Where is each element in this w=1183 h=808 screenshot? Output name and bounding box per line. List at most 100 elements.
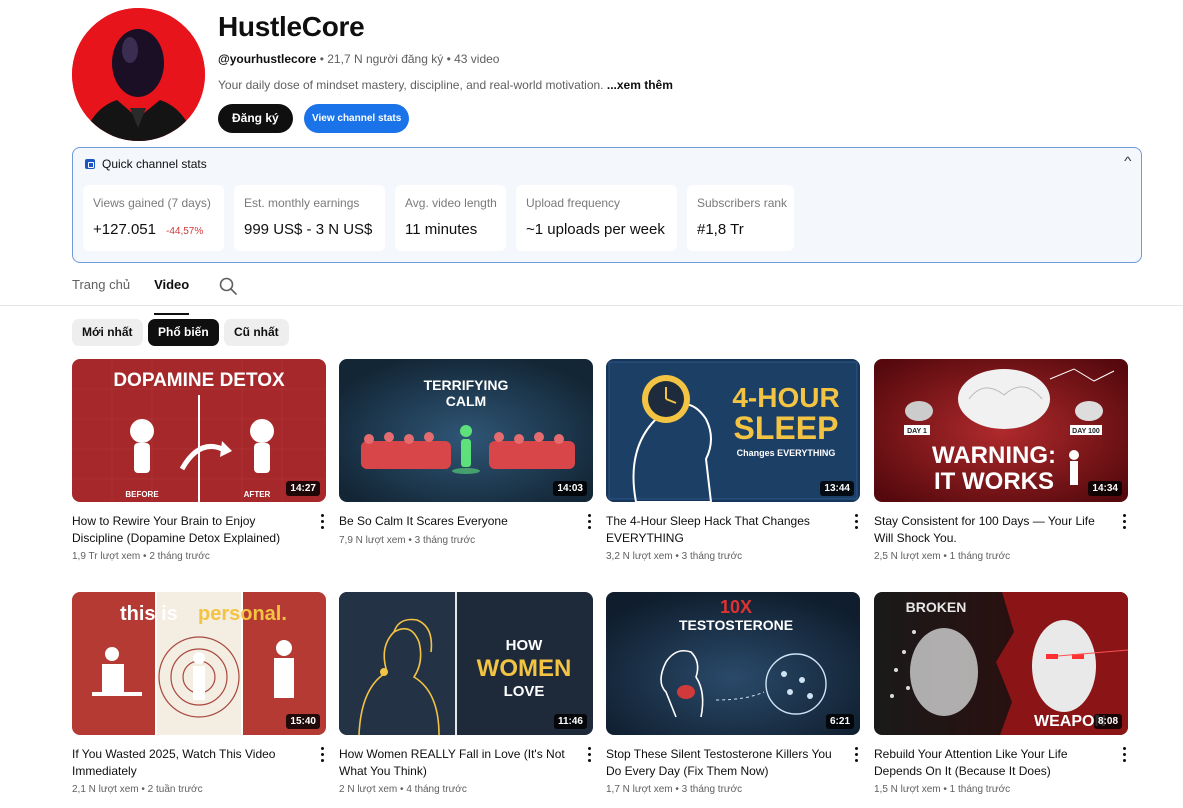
video-card[interactable]: HOW WOMEN LOVE 11:46 How Women REALLY Fa… <box>339 592 593 795</box>
svg-text:TERRIFYING: TERRIFYING <box>424 377 509 393</box>
video-thumbnail[interactable]: TERRIFYING CALM 14:03 <box>339 359 593 502</box>
thumbnail-art: 10X TESTOSTERONE <box>606 592 860 735</box>
more-options-icon[interactable] <box>1122 514 1126 530</box>
video-card[interactable]: 10X TESTOSTERONE 6:21 Stop These Silent … <box>606 592 860 795</box>
stat-value: +127.051 -44,57% <box>93 221 214 238</box>
svg-text:DOPAMINE DETOX: DOPAMINE DETOX <box>113 370 285 391</box>
svg-text:IT WORKS: IT WORKS <box>934 468 1054 495</box>
svg-text:BROKEN: BROKEN <box>906 599 967 615</box>
channel-name: HustleCore <box>218 11 365 42</box>
thumbnail-art: BROKEN WEAPON <box>874 592 1128 735</box>
channel-avatar[interactable] <box>72 8 205 141</box>
svg-text:AFTER: AFTER <box>244 490 271 499</box>
stat-card-subscribers-rank: Subscribers rank #1,8 Tr <box>687 185 794 251</box>
views-delta: -44,57% <box>165 226 204 237</box>
stat-label: Est. monthly earnings <box>244 196 360 210</box>
quick-stats-title: Quick channel stats <box>102 157 207 171</box>
more-options-icon[interactable] <box>854 514 858 530</box>
video-thumbnail[interactable]: 10X TESTOSTERONE 6:21 <box>606 592 860 735</box>
video-title[interactable]: How to Rewire Your Brain to Enjoy Discip… <box>72 513 308 547</box>
svg-text:WOMEN: WOMEN <box>477 655 572 682</box>
video-title[interactable]: Stay Consistent for 100 Days — Your Life… <box>874 513 1110 547</box>
stat-label: Subscribers rank <box>697 196 788 210</box>
tabs-divider <box>0 305 1183 306</box>
stat-label: Upload frequency <box>526 196 621 210</box>
stat-card-earnings: Est. monthly earnings 999 US$ - 3 N US$ <box>234 185 385 251</box>
video-duration: 8:08 <box>1093 714 1122 729</box>
tab-videos[interactable]: Video <box>154 277 190 315</box>
svg-text:LOVE: LOVE <box>504 683 545 700</box>
channel-handle: @yourhustlecore <box>218 52 317 66</box>
quick-stats-header[interactable]: Quick channel stats <box>85 157 207 171</box>
video-title[interactable]: If You Wasted 2025, Watch This Video Imm… <box>72 746 308 780</box>
stat-value: ~1 uploads per week <box>526 221 665 238</box>
more-options-icon[interactable] <box>320 514 324 530</box>
stat-label: Views gained (7 days) <box>93 196 211 210</box>
chip-latest[interactable]: Mới nhất <box>72 319 143 346</box>
svg-text:Changes EVERYTHING: Changes EVERYTHING <box>737 448 836 458</box>
svg-text:WARNING:: WARNING: <box>932 442 1056 469</box>
more-options-icon[interactable] <box>1122 747 1126 763</box>
video-meta: 2 N lượt xem • 4 tháng trước <box>339 784 467 795</box>
svg-text:personal.: personal. <box>198 603 287 625</box>
video-title[interactable]: Rebuild Your Attention Like Your Life De… <box>874 746 1110 780</box>
view-channel-stats-button[interactable]: View channel stats <box>304 104 410 133</box>
video-meta: 1,7 N lượt xem • 3 tháng trước <box>606 784 743 795</box>
video-duration: 11:46 <box>553 714 587 729</box>
video-card[interactable]: DOPAMINE DETOX BEFORE AFTER 14:27 How to… <box>72 359 326 562</box>
video-title[interactable]: Stop These Silent Testosterone Killers Y… <box>606 746 842 780</box>
stat-label: Avg. video length <box>405 196 497 210</box>
video-meta: 2,5 N lượt xem • 1 tháng trước <box>874 551 1011 562</box>
svg-text:this is: this is <box>120 603 178 625</box>
video-duration: 15:40 <box>286 714 320 729</box>
video-thumbnail[interactable]: 4-HOUR SLEEP Changes EVERYTHING 13:44 <box>606 359 860 502</box>
video-meta: 2,1 N lượt xem • 2 tuần trước <box>72 784 203 795</box>
description-text: Your daily dose of mindset mastery, disc… <box>218 78 607 92</box>
search-icon[interactable] <box>219 277 237 295</box>
chevron-up-icon[interactable]: ^ <box>1125 154 1132 168</box>
video-thumbnail[interactable]: DAY 1 DAY 100 WARNING: IT WORKS 14:34 <box>874 359 1128 502</box>
views-value: +127.051 <box>93 221 156 238</box>
video-title[interactable]: Be So Calm It Scares Everyone <box>339 513 575 530</box>
video-title[interactable]: How Women REALLY Fall in Love (It's Not … <box>339 746 575 780</box>
more-options-icon[interactable] <box>854 747 858 763</box>
stats-logo-icon <box>85 159 95 169</box>
more-options-icon[interactable] <box>320 747 324 763</box>
video-duration: 14:34 <box>1088 481 1122 496</box>
svg-text:HOW: HOW <box>506 637 544 654</box>
video-duration: 13:44 <box>820 481 854 496</box>
video-title[interactable]: The 4-Hour Sleep Hack That Changes EVERY… <box>606 513 842 547</box>
stat-card-video-length: Avg. video length 11 minutes <box>395 185 506 251</box>
svg-text:DAY 100: DAY 100 <box>1072 428 1100 435</box>
subscribe-button[interactable]: Đăng ký <box>218 104 293 133</box>
chip-popular[interactable]: Phổ biến <box>148 319 219 346</box>
channel-meta: @yourhustlecore • 21,7 N người đăng ký •… <box>218 52 499 66</box>
video-meta: 1,9 Tr lượt xem • 2 tháng trước <box>72 551 210 562</box>
video-thumbnail[interactable]: HOW WOMEN LOVE 11:46 <box>339 592 593 735</box>
more-options-icon[interactable] <box>587 514 591 530</box>
video-card[interactable]: DAY 1 DAY 100 WARNING: IT WORKS 14:34 St… <box>874 359 1128 562</box>
channel-description[interactable]: Your daily dose of mindset mastery, disc… <box>218 78 673 92</box>
video-thumbnail[interactable]: DOPAMINE DETOX BEFORE AFTER 14:27 <box>72 359 326 502</box>
video-duration: 14:27 <box>286 481 320 496</box>
chip-oldest[interactable]: Cũ nhất <box>224 319 289 346</box>
video-thumbnail[interactable]: BROKEN WEAPON 8:08 <box>874 592 1128 735</box>
video-card[interactable]: this is personal. 15:40 If You Wasted 20… <box>72 592 326 795</box>
svg-text:TESTOSTERONE: TESTOSTERONE <box>679 617 793 633</box>
avatar-image <box>72 8 205 141</box>
show-more-link[interactable]: ...xem thêm <box>607 78 673 92</box>
stat-card-views: Views gained (7 days) +127.051 -44,57% <box>83 185 224 251</box>
video-card[interactable]: 4-HOUR SLEEP Changes EVERYTHING 13:44 Th… <box>606 359 860 562</box>
svg-text:DAY 1: DAY 1 <box>907 428 927 435</box>
video-card[interactable]: TERRIFYING CALM 14:03 Be So Calm It Scar… <box>339 359 593 546</box>
video-thumbnail[interactable]: this is personal. 15:40 <box>72 592 326 735</box>
video-meta: 7,9 N lượt xem • 3 tháng trước <box>339 535 476 546</box>
svg-text:BEFORE: BEFORE <box>125 490 159 499</box>
stat-value: 11 minutes <box>405 221 478 238</box>
more-options-icon[interactable] <box>587 747 591 763</box>
video-meta: 3,2 N lượt xem • 3 tháng trước <box>606 551 743 562</box>
stat-value: 999 US$ - 3 N US$ <box>244 221 373 238</box>
video-card[interactable]: BROKEN WEAPON 8:08 Rebuild Your Attentio… <box>874 592 1128 795</box>
tab-home[interactable]: Trang chủ <box>72 277 130 305</box>
svg-text:CALM: CALM <box>446 393 486 409</box>
